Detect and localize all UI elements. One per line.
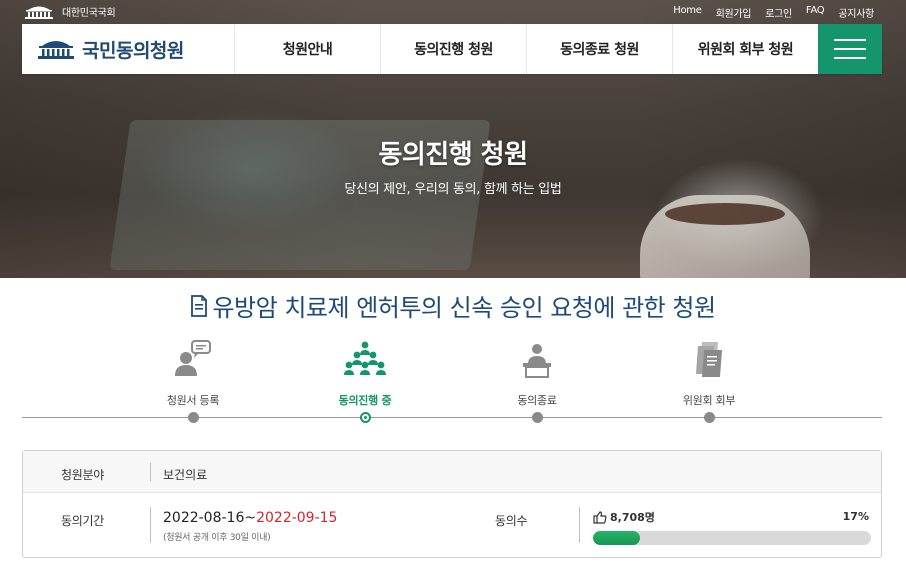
agree-count: 8,708명 [593, 509, 655, 525]
agree-progress-bar [593, 531, 871, 545]
period-dates: 2022-08-16~2022-09-15 [163, 510, 337, 526]
utility-bar: 대한민국국회 Home 회원가입 로그인 FAQ 공지사항 [0, 0, 906, 24]
step-committee: 위원회 회부 [634, 334, 784, 408]
brand-name: 국민동의청원 [82, 39, 184, 62]
utility-nav: Home 회원가입 로그인 FAQ 공지사항 [673, 5, 874, 20]
util-link-notice[interactable]: 공지사항 [838, 5, 874, 20]
step-label: 동의종료 [517, 394, 557, 407]
agree-percent: 17% [842, 510, 869, 523]
hamburger-menu-icon [834, 39, 866, 41]
agree-count-value: 8,708명 [610, 511, 655, 524]
field-value: 보건의료 [163, 468, 208, 482]
nav-ongoing-petitions[interactable]: 동의진행 청원 [380, 24, 526, 74]
step-closed: 동의종료 [462, 334, 612, 408]
field-label: 청원분야 [61, 468, 104, 482]
timeline-dot [188, 412, 199, 423]
util-link-home[interactable]: Home [673, 5, 702, 20]
crowd-icon [344, 341, 386, 375]
hero-background-coffee [665, 203, 785, 225]
util-link-signup[interactable]: 회원가입 [716, 5, 752, 20]
timeline-dot-active [360, 412, 371, 423]
petition-title-text: 유방암 치료제 엔허투의 신속 승인 요청에 관한 청원 [212, 294, 716, 322]
petition-title: 유방암 치료제 엔허투의 신속 승인 요청에 관한 청원 [0, 288, 906, 323]
nav-committee-petitions[interactable]: 위원회 회부 청원 [672, 24, 818, 74]
main-nav: 국민동의청원 청원안내 동의진행 청원 동의종료 청원 위원회 회부 청원 [22, 24, 882, 74]
util-link-login[interactable]: 로그인 [765, 5, 792, 20]
step-label: 청원서 등록 [166, 394, 220, 407]
agree-progress-fill [593, 531, 641, 545]
petition-info-table: 청원분야 보건의료 동의기간 2022-08-16~2022-09-15 (청원… [22, 450, 882, 558]
speaking-person-icon [175, 340, 211, 376]
assembly-name: 대한민국국회 [62, 8, 116, 19]
assembly-building-icon [25, 6, 53, 19]
util-link-faq[interactable]: FAQ [806, 5, 825, 20]
podium-person-icon [523, 344, 551, 378]
period-end: 2022-09-15 [256, 510, 338, 526]
hero-subtitle: 당신의 제안, 우리의 동의, 함께 하는 입법 [344, 182, 562, 197]
step-label: 위원회 회부 [682, 394, 736, 407]
agree-label: 동의수 [495, 514, 528, 528]
brand-logo[interactable]: 국민동의청원 [22, 24, 234, 74]
nav-petition-guide[interactable]: 청원안내 [234, 24, 380, 74]
step-in-progress: 동의진행 중 [290, 334, 440, 408]
timeline-dot [532, 412, 543, 423]
progress-timeline [22, 417, 882, 418]
document-stack-icon [696, 342, 722, 377]
hero-title: 동의진행 청원 [378, 140, 528, 170]
timeline-dot [704, 412, 715, 423]
period-label: 동의기간 [61, 514, 104, 528]
period-note: (청원서 공개 이후 30일 이내) [163, 533, 271, 543]
thumbs-up-icon [593, 510, 607, 524]
document-icon [191, 294, 208, 317]
assembly-logo[interactable]: 대한민국국회 [24, 4, 116, 19]
step-registration: 청원서 등록 [118, 334, 268, 408]
assembly-building-icon [38, 41, 74, 59]
nav-closed-petitions[interactable]: 동의종료 청원 [526, 24, 672, 74]
info-row-field [23, 451, 881, 493]
hero-background-cup [640, 195, 810, 278]
step-label: 동의진행 중 [338, 394, 392, 407]
hamburger-menu-button[interactable] [818, 24, 882, 74]
period-start: 2022-08-16~ [163, 510, 257, 526]
